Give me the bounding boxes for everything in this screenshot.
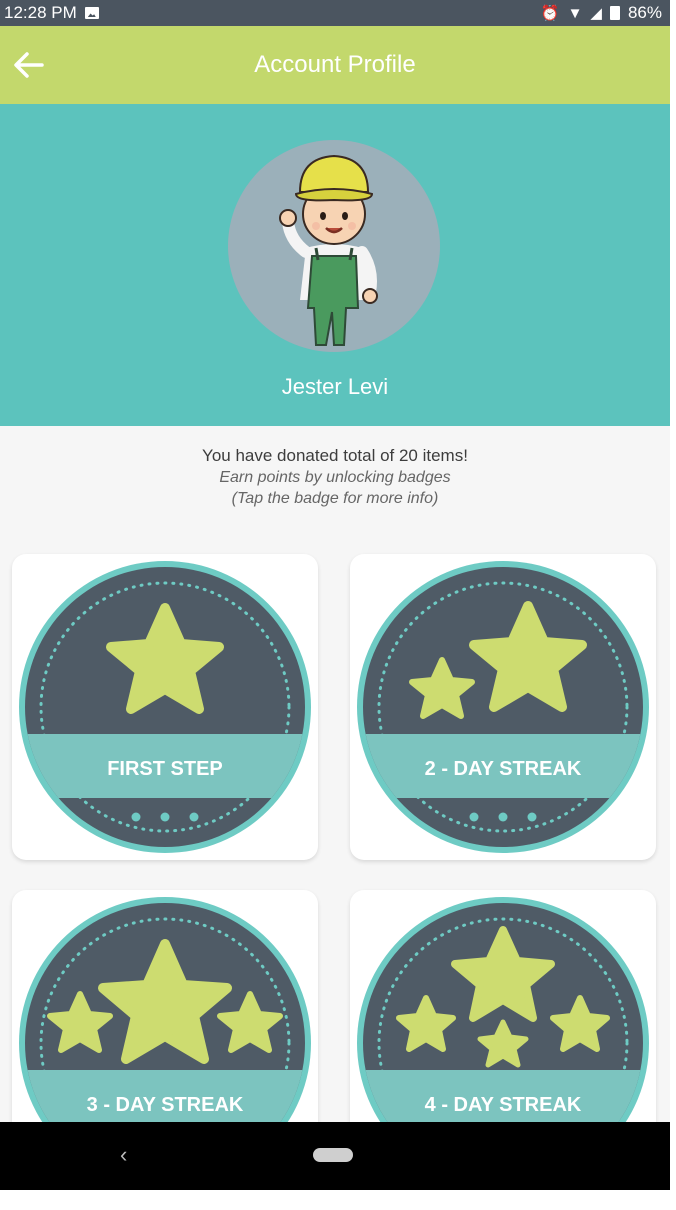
avatar [228,140,440,352]
nav-home-pill[interactable] [313,1148,353,1162]
status-left: 12:28 PM [4,3,99,23]
tap-hint-text: (Tap the badge for more info) [231,490,439,507]
screen: 12:28 PM ⏰ ▼ ◢ 86% Account Profile Jeste… [0,0,670,1190]
donation-info: You have donated total of 20 items! Earn… [0,446,670,508]
app-bar: Account Profile [0,26,670,104]
wifi-icon: ▼ [567,4,583,22]
nav-back-icon[interactable]: ‹ [120,1142,127,1168]
user-name: Jester Levi [281,374,389,399]
badge-first-step: FIRST STEP [19,561,311,853]
badge-label-first-step: FIRST STEP [107,758,223,780]
badge-card-2-day-streak[interactable]: 2 - DAY STREAK [350,554,656,860]
battery-percent: 86% [627,3,662,22]
badge-label-2-day-streak: 2 - DAY STREAK [425,758,582,780]
page-title: Account Profile [254,51,416,78]
avatar-illustration [279,154,378,346]
profile-header: Jester Levi [0,104,670,426]
badge-card-first-step[interactable]: FIRST STEP [12,554,318,860]
system-nav-bar: ‹ [0,1122,670,1190]
alarm-icon: ⏰ [540,4,560,22]
donation-total-text: You have donated total of 20 items! [202,446,468,465]
badge-label-3-day-streak: 3 - DAY STREAK [87,1094,244,1116]
battery-icon [609,6,620,20]
status-bar: 12:28 PM ⏰ ▼ ◢ 86% [0,0,670,26]
badge-2-day-streak: 2 - DAY STREAK [357,561,649,853]
image-notification-icon [84,7,99,19]
badges-hint-text: Earn points by unlocking badges [219,469,451,486]
badge-label-4-day-streak: 4 - DAY STREAK [425,1094,582,1116]
status-time: 12:28 PM [4,3,77,22]
signal-icon: ◢ [590,4,602,22]
status-right: ⏰ ▼ ◢ 86% [541,3,662,23]
